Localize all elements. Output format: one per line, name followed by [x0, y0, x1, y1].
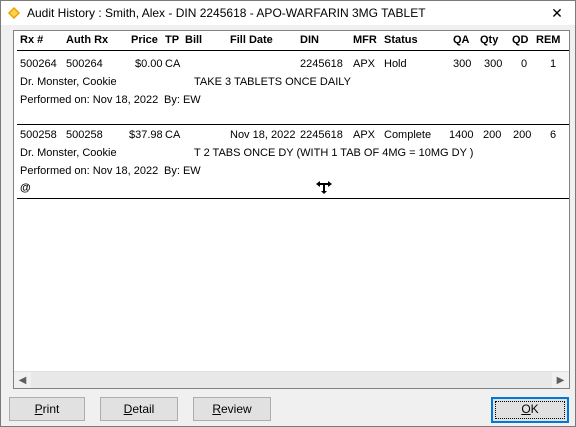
review-button[interactable]: Review	[193, 397, 271, 421]
focus-outline	[495, 401, 565, 419]
record-tp: CA	[165, 129, 181, 141]
record-directions: TAKE 3 TABLETS ONCE DAILY	[194, 76, 351, 88]
record-performed-on: Performed on: Nov 18, 2022	[20, 165, 159, 177]
record-doctor: Dr. Monster, Cookie	[20, 147, 117, 159]
move-cursor-icon	[316, 181, 332, 194]
column-header-fill-date[interactable]: Fill Date	[230, 34, 273, 46]
window-title: Audit History : Smith, Alex - DIN 224561…	[27, 6, 426, 20]
column-header-row: Rx # Auth Rx Price TP Bill Fill Date DIN…	[14, 31, 569, 49]
record-qa: 1400	[449, 129, 474, 141]
print-button[interactable]: Print	[9, 397, 85, 421]
audit-list[interactable]: Rx # Auth Rx Price TP Bill Fill Date DIN…	[13, 30, 570, 389]
record-auth-rx: 500264	[66, 58, 103, 70]
column-header-rem[interactable]: REM	[536, 34, 560, 46]
audit-record[interactable]: 500258 500258 $37.98 CA Nov 18, 2022 224…	[14, 128, 569, 198]
detail-button[interactable]: Detail	[100, 397, 178, 421]
record-din: 2245618	[300, 129, 343, 141]
audit-record[interactable]: 500264 500264 $0.00 CA 2245618 APX Hold …	[14, 54, 569, 124]
column-header-qd[interactable]: QD	[512, 34, 529, 46]
record-qd: 200	[513, 129, 532, 141]
close-button[interactable]: ✕	[542, 3, 572, 23]
record-mfr: APX	[353, 129, 376, 141]
detail-label: etail	[132, 402, 155, 416]
record-price: $0.00	[135, 58, 163, 70]
record-status: Hold	[384, 58, 407, 70]
record-mfr: APX	[353, 58, 376, 70]
scroll-left-icon[interactable]: ◀	[14, 372, 31, 388]
column-header-tp[interactable]: TP	[165, 34, 179, 46]
record-rem: 1	[550, 58, 557, 70]
column-header-rx[interactable]: Rx #	[20, 34, 43, 46]
column-header-mfr[interactable]: MFR	[353, 34, 377, 46]
record-rx: 500264	[20, 58, 57, 70]
print-mnemonic: P	[34, 402, 43, 416]
record-din: 2245618	[300, 58, 343, 70]
record-doctor: Dr. Monster, Cookie	[20, 76, 117, 88]
record-directions: T 2 TABS ONCE DY (WITH 1 TAB OF 4MG = 10…	[194, 147, 474, 159]
audit-history-window: Audit History : Smith, Alex - DIN 224561…	[0, 0, 576, 427]
record-performed-by: By: EW	[164, 94, 201, 106]
record-status: Complete	[384, 129, 432, 141]
column-header-bill[interactable]: Bill	[185, 34, 202, 46]
at-marker-icon: @	[20, 182, 31, 194]
scroll-track[interactable]	[31, 372, 552, 388]
record-price: $37.98	[129, 129, 163, 141]
record-tp: CA	[165, 58, 181, 70]
column-header-price[interactable]: Price	[131, 34, 158, 46]
ok-button[interactable]: OK	[491, 397, 569, 423]
review-label: eview	[220, 402, 252, 416]
column-header-qty[interactable]: Qty	[480, 34, 498, 46]
record-fill-date: Nov 18, 2022	[230, 129, 296, 141]
list-end-divider	[17, 198, 569, 199]
record-rx: 500258	[20, 129, 57, 141]
record-qa: 300	[453, 58, 472, 70]
record-qd: 0	[521, 58, 528, 70]
record-divider	[17, 124, 569, 125]
record-performed-by: By: EW	[164, 165, 201, 177]
record-rem: 6	[550, 129, 557, 141]
record-performed-on: Performed on: Nov 18, 2022	[20, 94, 159, 106]
column-header-status[interactable]: Status	[384, 34, 418, 46]
record-qty: 200	[483, 129, 502, 141]
record-qty: 300	[484, 58, 503, 70]
column-header-din[interactable]: DIN	[300, 34, 319, 46]
app-icon	[8, 7, 20, 19]
horizontal-scrollbar[interactable]: ◀ ▶	[14, 371, 569, 388]
column-header-qa[interactable]: QA	[453, 34, 470, 46]
record-auth-rx: 500258	[66, 129, 103, 141]
column-header-auth-rx[interactable]: Auth Rx	[66, 34, 108, 46]
print-label: rint	[42, 402, 60, 416]
scroll-right-icon[interactable]: ▶	[552, 372, 569, 388]
header-divider	[17, 50, 569, 51]
title-bar: Audit History : Smith, Alex - DIN 224561…	[1, 1, 575, 25]
review-mnemonic: R	[212, 402, 221, 416]
